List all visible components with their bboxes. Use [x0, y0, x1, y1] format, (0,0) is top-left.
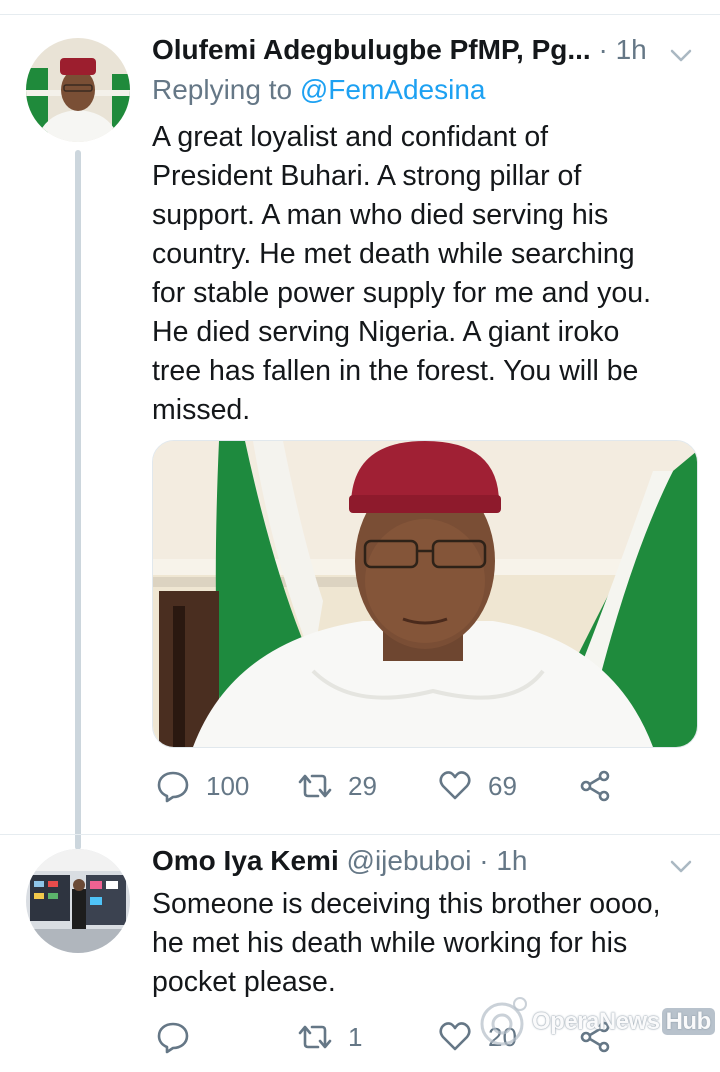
- watermark-part2: News: [598, 1008, 660, 1035]
- chevron-down-icon[interactable]: [666, 40, 696, 70]
- tweet-photo[interactable]: [152, 440, 698, 748]
- opera-news-hub-watermark: OperaNews Hub: [472, 990, 715, 1060]
- mention-link[interactable]: @FemAdesina: [300, 74, 486, 105]
- replying-to: Replying to @FemAdesina: [152, 74, 485, 106]
- retweet-button[interactable]: 29: [298, 766, 377, 806]
- retweet-icon: [298, 1025, 332, 1049]
- reply-icon: [157, 771, 189, 803]
- retweet-icon: [298, 774, 332, 798]
- replying-to-label: Replying to: [152, 74, 293, 105]
- watermark-part3: Hub: [661, 1008, 715, 1035]
- reply-button[interactable]: [156, 1017, 206, 1057]
- tweet-text-line: He died serving Nigeria. A giant iroko: [152, 316, 620, 348]
- tweet-text-line: tree has fallen in the forest. You will …: [152, 355, 639, 387]
- watermark-part1: Opera: [532, 1008, 599, 1035]
- chevron-down-icon[interactable]: [666, 851, 696, 881]
- tweet-text: A great loyalist and confidant of Presid…: [152, 118, 692, 430]
- tweet-text: Someone is deceiving this brother oooo, …: [152, 885, 692, 1002]
- avatar-omo-iya-kemi[interactable]: [26, 849, 130, 953]
- reply-count: 100: [206, 770, 250, 801]
- like-button[interactable]: 69: [438, 766, 517, 806]
- share-icon: [580, 770, 610, 802]
- tweet-text-line: Someone is deceiving this brother oooo,: [152, 888, 661, 920]
- retweet-button[interactable]: 1: [298, 1017, 362, 1057]
- avatar-olufemi[interactable]: [26, 38, 130, 142]
- separator: ·: [479, 845, 489, 876]
- like-icon: [439, 1022, 471, 1051]
- retweet-count: 1: [348, 1021, 363, 1052]
- share-button[interactable]: [578, 766, 612, 806]
- like-count: 69: [488, 770, 517, 801]
- thread-line: [75, 150, 81, 850]
- tweet-olufemi[interactable]: Olufemi Adegbulugbe PfMP, Pg... · 1h Rep…: [0, 14, 720, 850]
- top-divider: [0, 0, 720, 15]
- tweet-text-line: country. He met death while searching: [152, 238, 635, 270]
- tweet-actions: 100 29 69: [152, 766, 712, 806]
- user-handle[interactable]: @ijebuboi: [347, 845, 472, 876]
- tweet-text-line: support. A man who died serving his: [152, 199, 609, 231]
- tweet-text-line: missed.: [152, 394, 251, 426]
- tweet-text-line: President Buhari. A strong pillar of: [152, 160, 582, 192]
- tweet-text-line: he met his death while working for his: [152, 927, 628, 959]
- like-icon: [439, 771, 471, 800]
- tweet-text-line: for stable power supply for me and you.: [152, 277, 652, 309]
- tweet-header: Olufemi Adegbulugbe PfMP, Pg... · 1h: [152, 34, 650, 74]
- separator: ·: [598, 34, 608, 65]
- watermark-text: OperaNews Hub: [532, 1008, 715, 1036]
- reply-button[interactable]: 100: [156, 766, 249, 806]
- tweet-text-line: A great loyalist and confidant of: [152, 121, 549, 153]
- display-name[interactable]: Olufemi Adegbulugbe PfMP, Pg...: [152, 34, 591, 65]
- reply-icon: [157, 1022, 189, 1054]
- opera-news-logo-icon: [480, 997, 527, 1046]
- timestamp[interactable]: 1h: [616, 34, 647, 65]
- tweet-header: Omo Iya Kemi @ijebuboi · 1h: [152, 845, 650, 885]
- retweet-count: 29: [348, 770, 377, 801]
- display-name[interactable]: Omo Iya Kemi: [152, 845, 339, 876]
- timestamp[interactable]: 1h: [496, 845, 527, 876]
